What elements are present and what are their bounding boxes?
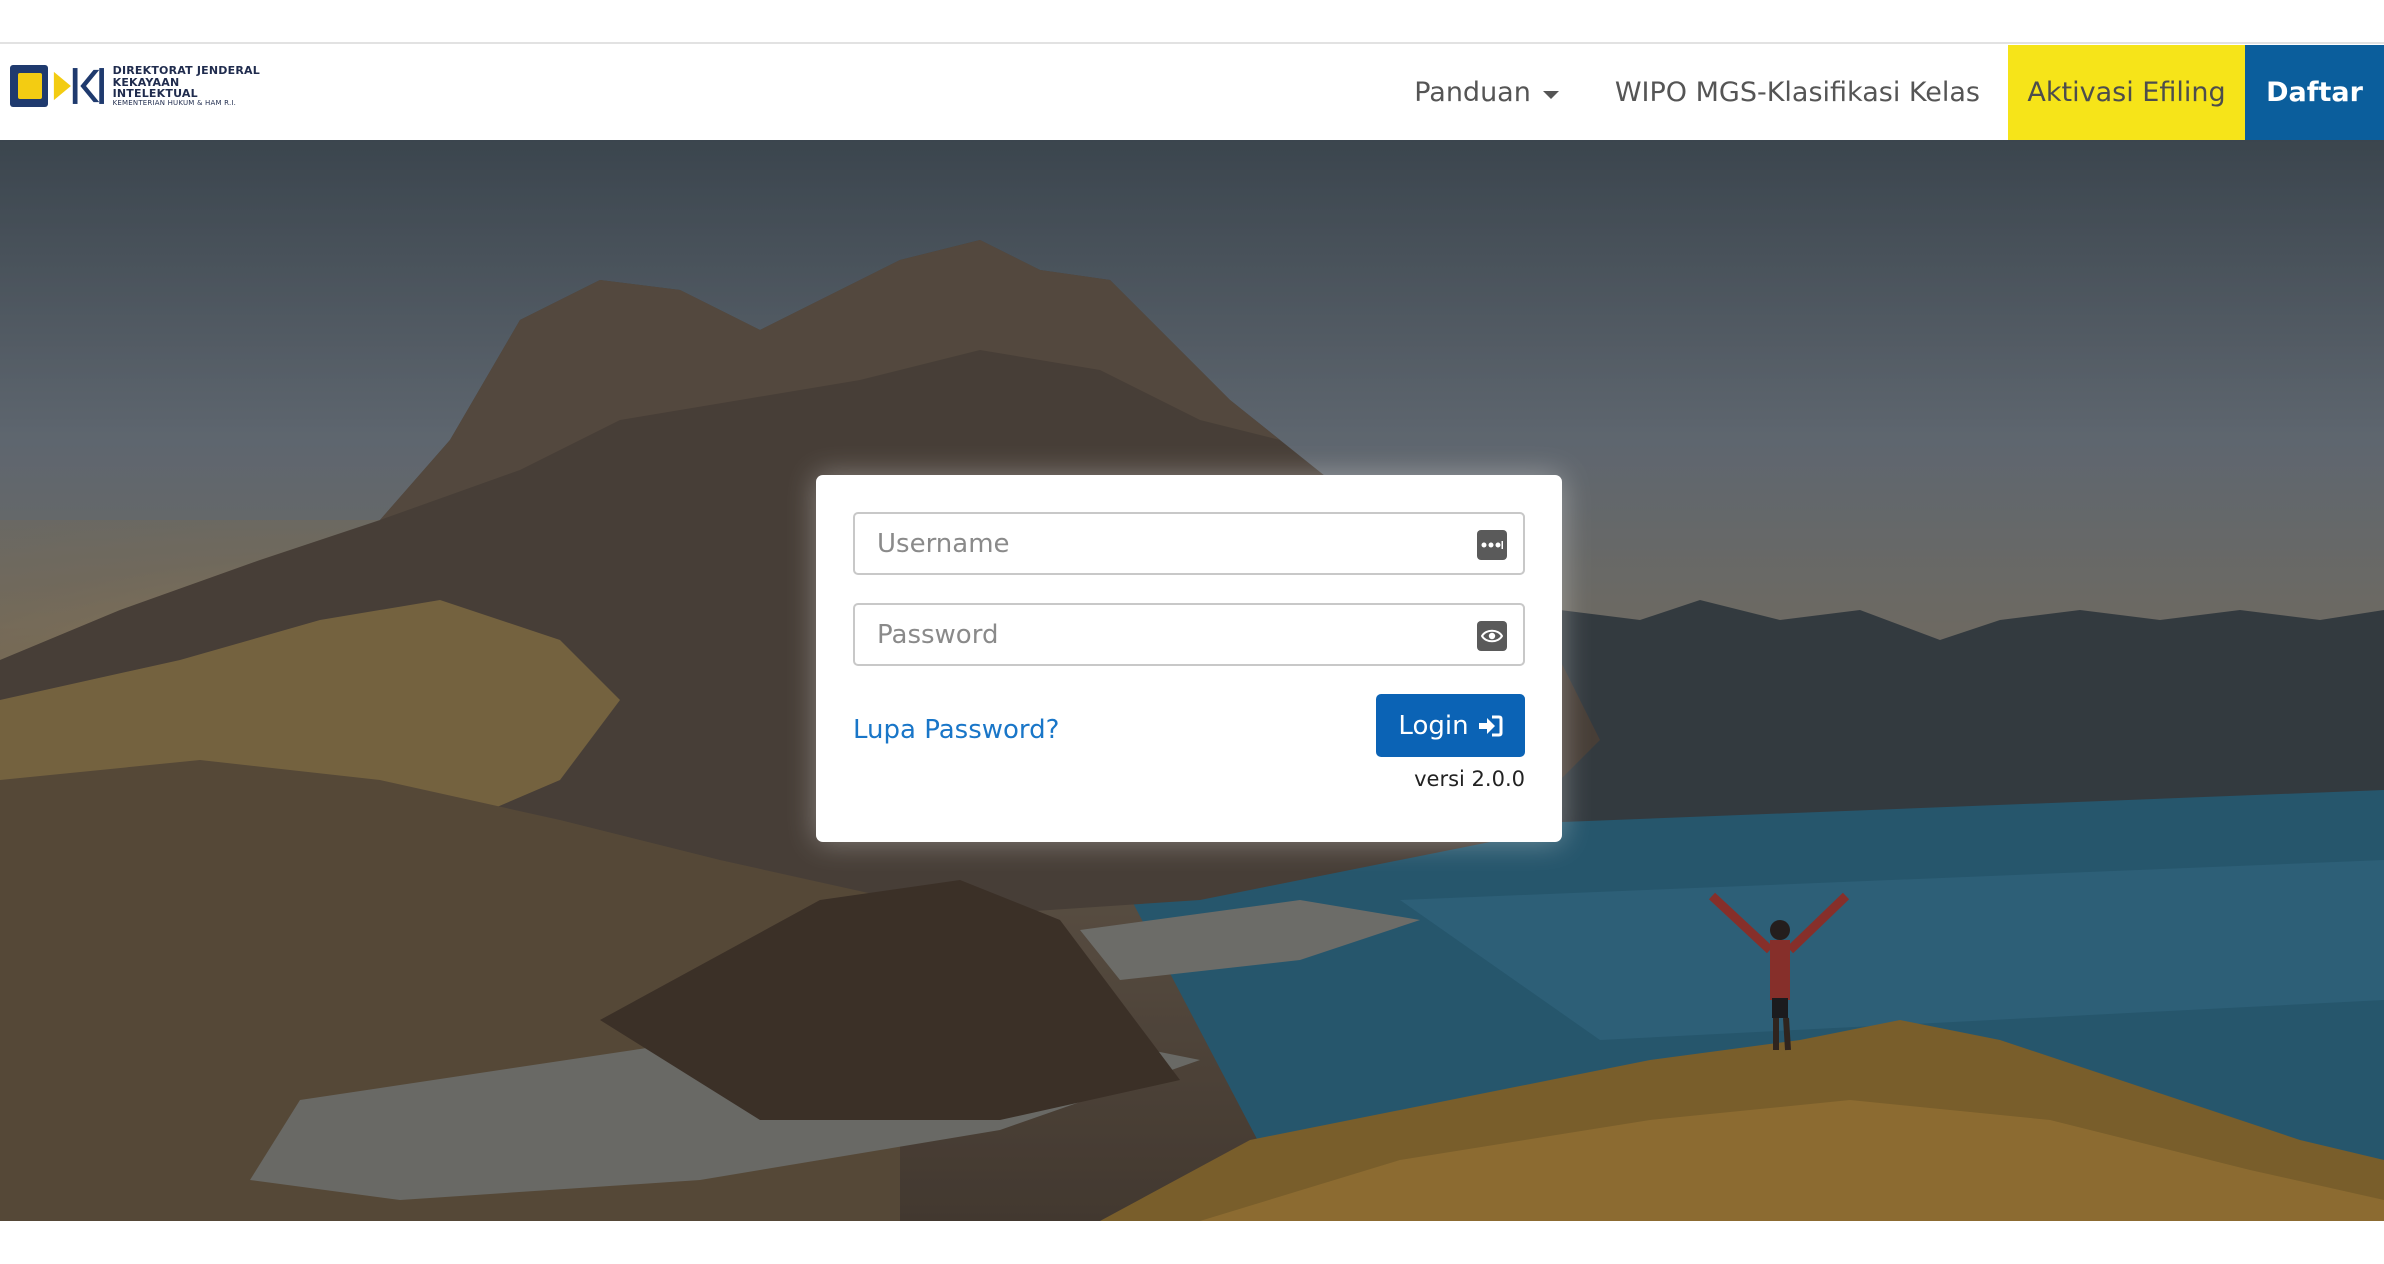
username-input[interactable] [855,514,1455,573]
login-card: Lupa Password? Login versi 2.0.0 [816,475,1562,842]
dgip-logo-mark-icon [53,68,104,104]
logo-line-3: KEMENTERIAN HUKUM & HAM R.I. [112,98,237,107]
navbar: DIREKTORAT JENDERAL KEKAYAAN INTELEKTUAL… [0,45,2384,140]
login-button-label: Login [1398,710,1469,741]
nav-aktivasi-button[interactable]: Aktivasi Efiling [2008,45,2245,140]
login-button[interactable]: Login [1376,694,1525,757]
nav-menu: Panduan WIPO MGS-Klasifikasi Kelas Aktiv… [1386,45,2384,140]
caret-down-icon [1542,90,1559,99]
nav-wipo-label: WIPO MGS-Klasifikasi Kelas [1614,77,1980,108]
password-field-wrapper [853,603,1525,666]
logo-line-1: DIREKTORAT JENDERAL [112,64,260,77]
nav-panduan-dropdown[interactable]: Panduan [1386,45,1587,140]
sign-in-icon [1477,715,1503,737]
nav-aktivasi-label: Aktivasi Efiling [2027,77,2226,108]
logo-line-2: KEKAYAAN INTELEKTUAL [112,75,198,101]
logo[interactable]: DIREKTORAT JENDERAL KEKAYAAN INTELEKTUAL… [10,63,260,109]
ministry-emblem-icon [10,65,48,107]
bottom-strip [0,1221,2384,1264]
nav-panduan-label: Panduan [1414,77,1531,108]
top-strip [0,0,2384,44]
dots-icon [1477,530,1507,560]
forgot-password-link[interactable]: Lupa Password? [853,715,1059,745]
version-label: versi 2.0.0 [1414,767,1525,791]
username-field-wrapper [853,512,1525,575]
logo-text: DIREKTORAT JENDERAL KEKAYAAN INTELEKTUAL… [113,65,260,107]
eye-icon[interactable] [1477,621,1507,651]
nav-wipo-link[interactable]: WIPO MGS-Klasifikasi Kelas [1587,45,2008,140]
nav-daftar-label: Daftar [2266,77,2363,108]
nav-daftar-button[interactable]: Daftar [2245,45,2384,140]
password-input[interactable] [855,605,1455,664]
